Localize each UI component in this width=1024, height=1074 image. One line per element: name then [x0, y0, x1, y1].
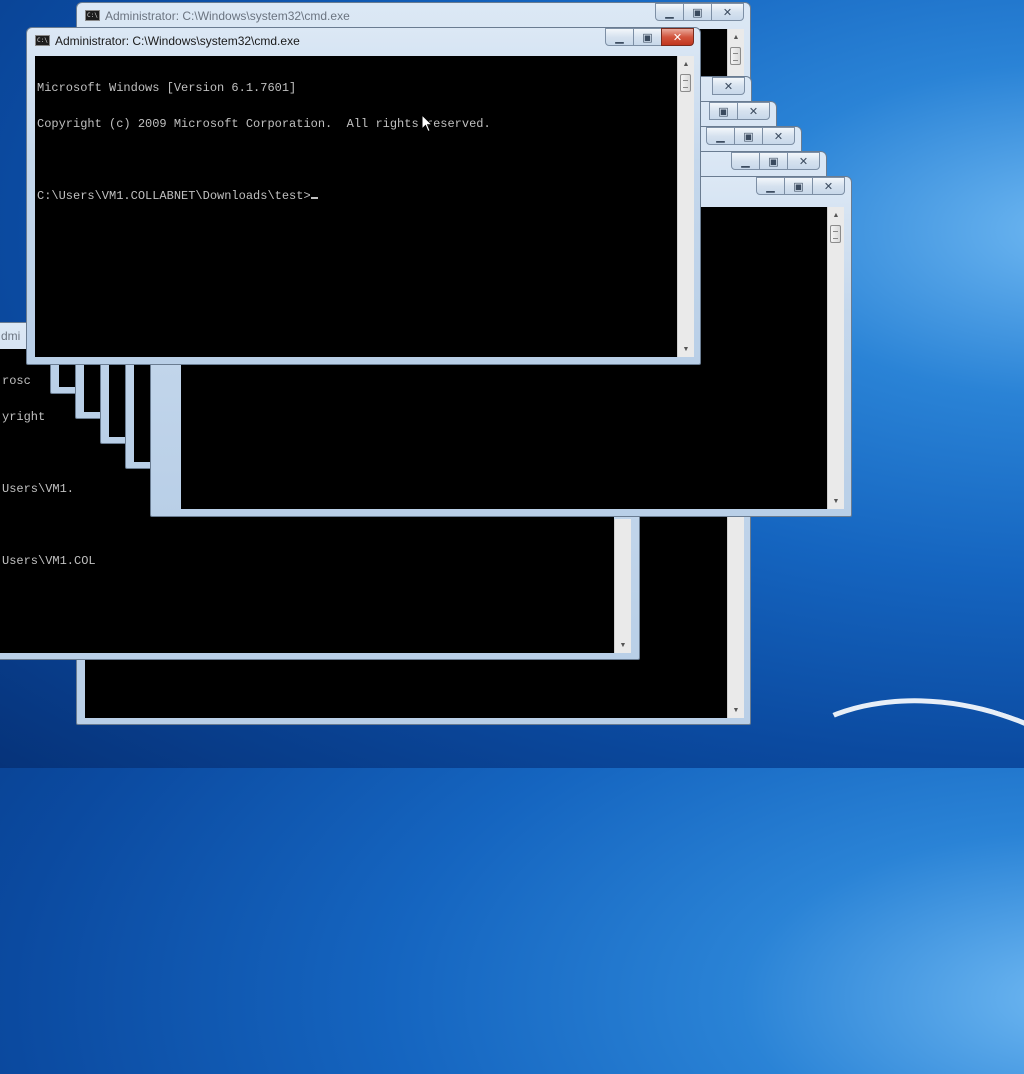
close-button[interactable]: ✕	[812, 177, 845, 195]
vertical-scrollbar[interactable]: ▼	[614, 519, 631, 653]
mouse-pointer-icon	[421, 114, 433, 133]
close-button[interactable]: ✕	[661, 28, 694, 46]
minimize-button[interactable]: ▁	[655, 3, 684, 21]
window-title: Administrator: C:\Windows\system32\cmd.e…	[105, 9, 350, 23]
scroll-thumb[interactable]	[680, 74, 691, 92]
scroll-down-arrow[interactable]: ▼	[728, 702, 744, 718]
maximize-button[interactable]: ▣	[784, 177, 813, 195]
console-line: Users\VM1.COL	[2, 554, 96, 568]
maximize-button[interactable]: ▣	[759, 152, 788, 170]
scroll-thumb[interactable]	[830, 225, 841, 243]
vertical-scrollbar[interactable]: ▲ ▼	[827, 207, 844, 509]
cmd-app-icon: C:\	[85, 10, 100, 21]
scroll-down-arrow[interactable]: ▼	[615, 637, 631, 653]
scroll-up-arrow[interactable]: ▲	[828, 207, 844, 223]
close-button[interactable]: ✕	[787, 152, 820, 170]
title-bar[interactable]: C:\ Administrator: C:\Windows\system32\c…	[77, 3, 750, 29]
console-line: ​	[2, 519, 614, 531]
console-line: Copyright (c) 2009 Microsoft Corporation…	[37, 117, 491, 131]
close-button[interactable]: ✕	[712, 77, 745, 95]
close-button[interactable]: ✕	[762, 127, 795, 145]
vertical-scrollbar[interactable]: ▲ ▼	[677, 56, 694, 357]
scroll-thumb[interactable]	[730, 47, 741, 65]
scroll-down-arrow[interactable]: ▼	[828, 493, 844, 509]
text-cursor	[310, 197, 318, 199]
minimize-button[interactable]: ▁	[605, 28, 634, 46]
close-button[interactable]: ✕	[737, 102, 770, 120]
console-line: ​	[37, 154, 677, 166]
minimize-button[interactable]: ▁	[706, 127, 735, 145]
maximize-button[interactable]: ▣	[734, 127, 763, 145]
maximize-button[interactable]: ▣	[633, 28, 662, 46]
maximize-button[interactable]: ▣	[709, 102, 738, 120]
window-title: Administrator: C:\Windows\system32\cmd.e…	[55, 34, 300, 48]
cmd-app-icon: C:\	[35, 35, 50, 46]
close-button[interactable]: ✕	[711, 3, 744, 21]
maximize-button[interactable]: ▣	[683, 3, 712, 21]
console-prompt-line[interactable]: C:\Users\VM1.COLLABNET\Downloads\test>	[37, 190, 677, 202]
scroll-up-arrow[interactable]: ▲	[728, 29, 744, 45]
window-title: dmi	[1, 329, 21, 343]
console-prompt: C:\Users\VM1.COLLABNET\Downloads\test>	[37, 189, 311, 203]
scroll-down-arrow[interactable]: ▼	[678, 341, 694, 357]
scroll-up-arrow[interactable]: ▲	[678, 56, 694, 72]
cmd-window-front[interactable]: C:\ Administrator: C:\Windows\system32\c…	[26, 27, 701, 365]
minimize-button[interactable]: ▁	[731, 152, 760, 170]
title-bar[interactable]: C:\ Administrator: C:\Windows\system32\c…	[27, 28, 700, 54]
console-line: Microsoft Windows [Version 6.1.7601]	[37, 81, 297, 95]
minimize-button[interactable]: ▁	[756, 177, 785, 195]
console-area[interactable]: Microsoft Windows [Version 6.1.7601] Cop…	[35, 56, 677, 357]
